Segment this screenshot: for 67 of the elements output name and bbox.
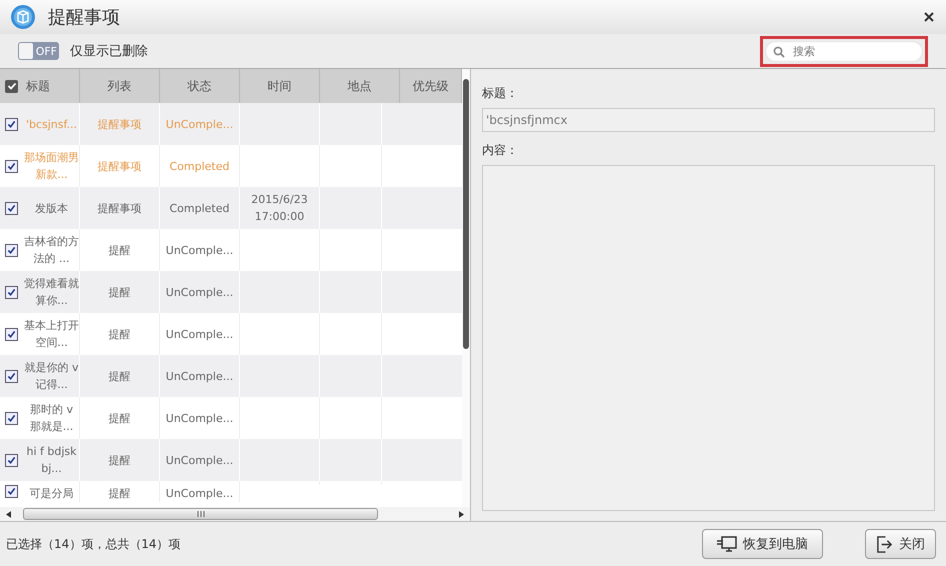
table-cell-text: 提醒 — [108, 242, 132, 258]
window-title: 提醒事项 — [48, 6, 120, 29]
select-all-checkbox[interactable] — [5, 80, 18, 92]
computer-icon — [717, 536, 737, 552]
table-cell-text: 提醒事项 — [96, 116, 142, 132]
table-cell-text: 就是你的 v 记得... — [24, 360, 79, 393]
table-cell-text: hi f bdjskbj... — [25, 444, 78, 477]
row-checkbox[interactable] — [5, 370, 18, 382]
table-cell-text: UnComple... — [164, 486, 234, 502]
table-cell-text: UnComple... — [164, 284, 234, 300]
search-icon — [773, 46, 785, 58]
row-checkbox[interactable] — [5, 412, 18, 424]
table-cell-text: 提醒事项 — [96, 158, 142, 174]
table-cell-text: 提醒 — [108, 368, 132, 384]
table-cell-text: 提醒 — [108, 284, 132, 300]
row-checkbox[interactable] — [5, 454, 18, 466]
field-label: 标题： — [482, 85, 519, 102]
table-cell-text: Completed — [168, 200, 230, 216]
close-icon[interactable] — [924, 12, 934, 22]
table-cell-text: 'bcsjnsf... — [24, 116, 78, 132]
exit-icon — [876, 536, 893, 552]
table-row[interactable]: hi f bdjskbj... 提醒 UnComple... — [0, 439, 462, 481]
restore-button[interactable]: 恢复到电脑 — [702, 529, 823, 559]
scrollbar-thumb[interactable] — [463, 79, 469, 349]
table-row[interactable]: 发版本 提醒事项 Completed 2015/6/23 17:00:00 — [0, 187, 462, 229]
table-cell-text: 提醒事项 — [96, 200, 142, 216]
row-checkbox[interactable] — [5, 485, 18, 498]
table-cell-text: 发版本 — [34, 200, 69, 216]
table-cell-text: UnComple... — [164, 242, 234, 258]
row-checkbox[interactable] — [5, 118, 18, 130]
table-cell-text: 提醒 — [108, 486, 132, 502]
table-cell-text: 觉得难看就算你... — [24, 276, 79, 309]
toggle-label: 仅显示已删除 — [70, 43, 148, 60]
selection-status: 已选择（14）项，总共（14）项 — [6, 536, 181, 552]
toggle-switch[interactable]: OFF — [18, 42, 59, 60]
search-field[interactable]: 搜索 — [765, 40, 923, 62]
table-cell-text: UnComple... — [164, 116, 234, 132]
scroll-left-icon[interactable] — [6, 510, 11, 518]
app-logo-icon — [10, 4, 36, 30]
row-checkbox[interactable] — [5, 328, 18, 340]
table-cell-text: UnComple... — [164, 452, 234, 468]
table-cell-text: 可是分局 — [28, 486, 74, 502]
table-cell-text: UnComple... — [164, 326, 234, 342]
table-row[interactable]: 觉得难看就算你... 提醒 UnComple... — [0, 271, 462, 313]
column-title: 标题 — [26, 78, 50, 94]
content-field[interactable] — [482, 165, 935, 511]
row-checkbox[interactable] — [5, 244, 18, 256]
table-cell-text: 那场面潮男新款... — [24, 150, 79, 183]
table-cell-text: 基本上打开空间... — [24, 318, 79, 351]
scroll-right-icon[interactable] — [459, 510, 464, 518]
table-row[interactable]: 就是你的 v 记得... 提醒 UnComple... — [0, 355, 462, 397]
table-cell-text: 2015/6/23 17:00:00 — [250, 192, 309, 225]
field-label: 内容： — [482, 142, 519, 159]
table-cell-text: UnComple... — [164, 410, 234, 426]
scrollbar-thumb[interactable] — [23, 508, 378, 520]
row-checkbox[interactable] — [5, 286, 18, 298]
table-cell-text: 提醒 — [108, 410, 132, 426]
table-cell-text: 提醒 — [108, 326, 132, 342]
close-button[interactable]: 关闭 — [865, 529, 936, 559]
table-cell-text: 吉林省的方法的 ... — [24, 234, 79, 267]
title-field[interactable]: 'bcsjnsfjnmcx — [482, 108, 935, 132]
row-checkbox[interactable] — [5, 202, 18, 214]
table-cell-text: UnComple... — [164, 368, 234, 384]
table-cell-text: 那时的 v 那就是... — [28, 402, 74, 435]
row-checkbox[interactable] — [5, 160, 18, 172]
table-cell-text: 提醒 — [108, 452, 132, 468]
table-cell-text: Completed — [168, 158, 230, 174]
